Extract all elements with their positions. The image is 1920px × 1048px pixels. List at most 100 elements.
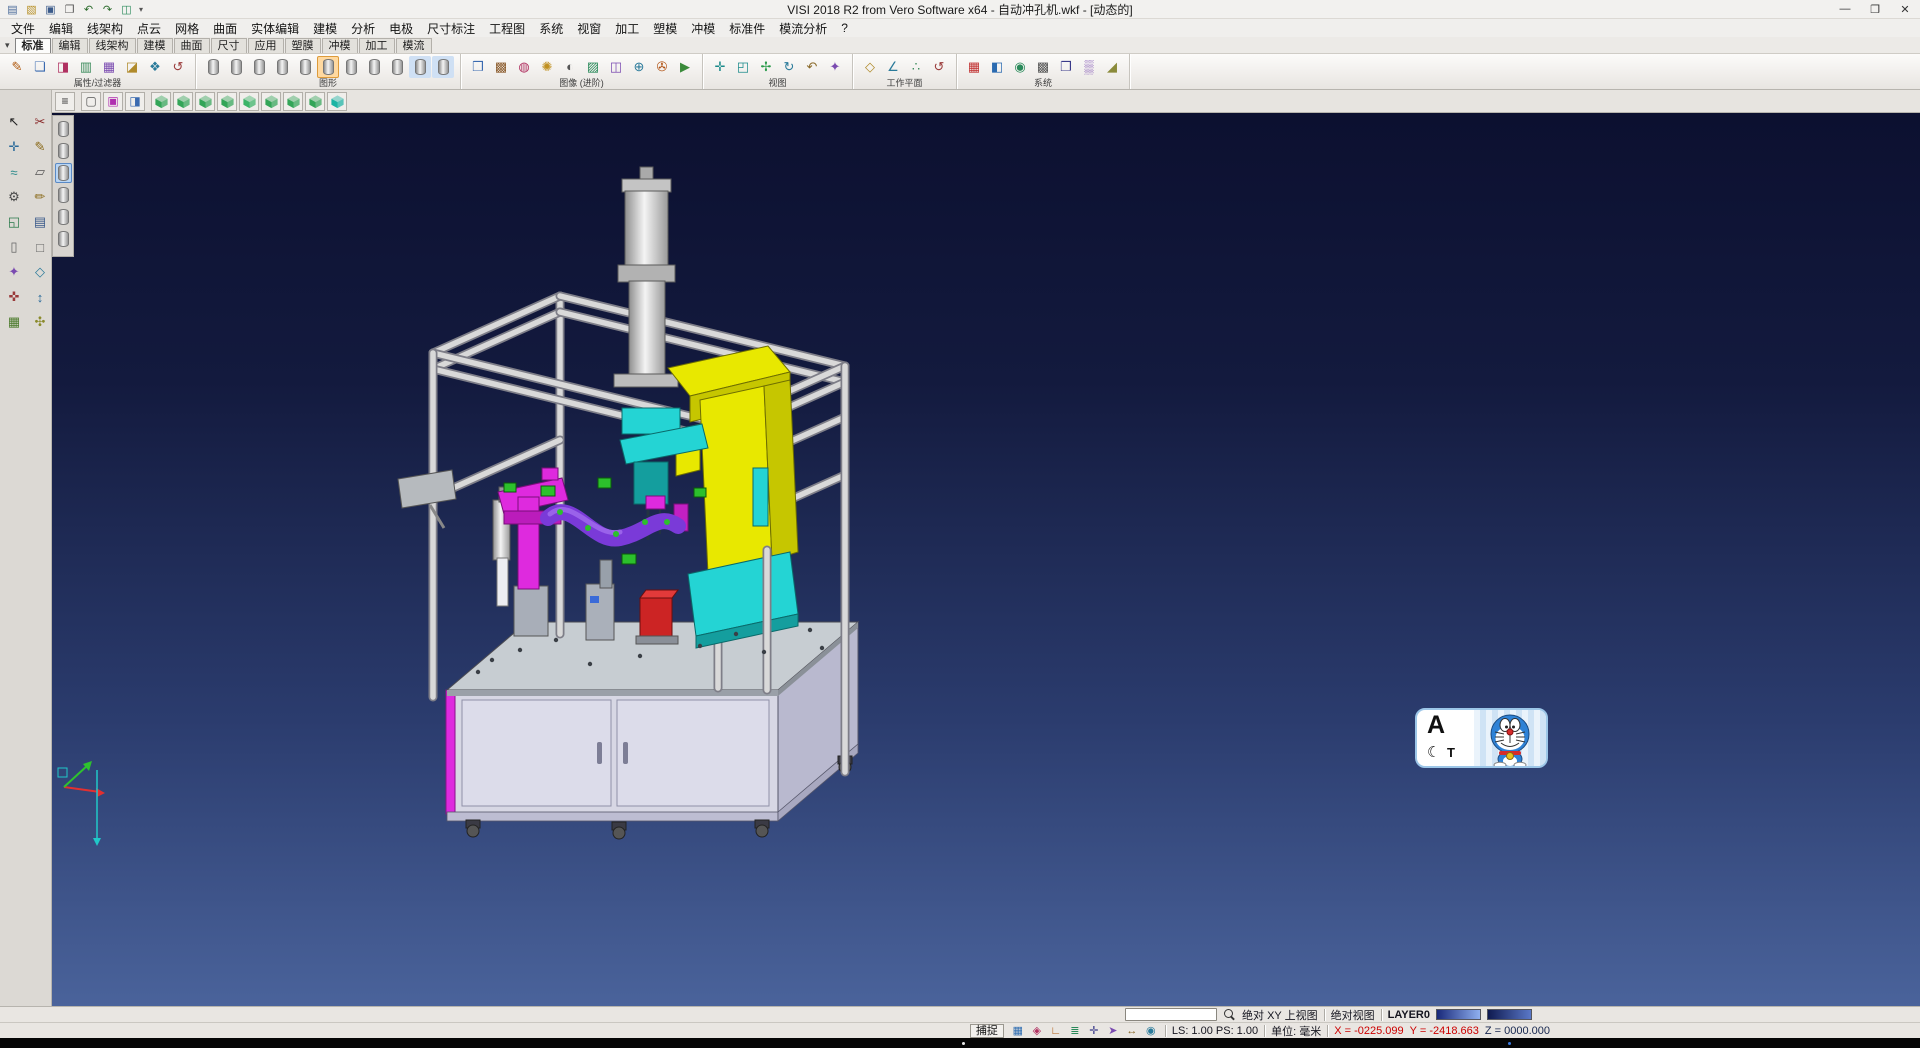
menu-item[interactable]: 视窗 — [570, 20, 608, 37]
view-iso-icon[interactable] — [151, 92, 171, 111]
view-bottom-icon[interactable] — [283, 92, 303, 111]
move-vertical-icon[interactable]: ↕ — [29, 286, 51, 308]
sparkle-icon[interactable]: ✦ — [3, 261, 25, 283]
shade-hidden-icon[interactable] — [55, 185, 72, 205]
workplane-entity-icon[interactable]: ∠ — [882, 56, 904, 78]
menu-item[interactable]: ? — [834, 21, 855, 35]
view-front-icon[interactable] — [195, 92, 215, 111]
wireframe-mode-icon[interactable] — [202, 56, 224, 78]
settings-gear-icon[interactable]: ⚙ — [3, 186, 25, 208]
menu-item[interactable]: 电极 — [382, 20, 420, 37]
tab-application[interactable]: 应用 — [248, 38, 284, 53]
new-document-icon[interactable]: ▤ — [4, 2, 21, 17]
redraw-icon[interactable] — [432, 56, 454, 78]
materials-icon[interactable]: ◍ — [513, 56, 535, 78]
menu-item[interactable]: 建模 — [306, 20, 344, 37]
tab-machining[interactable]: 加工 — [359, 38, 395, 53]
reset-filters-icon[interactable]: ↺ — [167, 56, 189, 78]
render-advanced-icon[interactable]: ❒ — [467, 56, 489, 78]
tab-surface[interactable]: 曲面 — [174, 38, 210, 53]
close-button[interactable]: ✕ — [1890, 0, 1920, 18]
textures-icon[interactable]: ▩ — [490, 56, 512, 78]
menu-item[interactable]: 标准件 — [722, 20, 772, 37]
menu-item[interactable]: 工程图 — [482, 20, 532, 37]
active-layer-label[interactable]: LAYER0 — [1388, 1009, 1430, 1021]
raster-icon[interactable]: ▒ — [1078, 56, 1100, 78]
view-right-icon[interactable] — [261, 92, 281, 111]
wcs-icon[interactable]: ✛ — [1086, 1023, 1102, 1038]
section-toggle-icon[interactable]: ◨ — [125, 92, 145, 111]
dynamic-shade-mode-icon[interactable] — [317, 56, 339, 78]
tab-flow[interactable]: 模流 — [396, 38, 432, 53]
match-properties-icon[interactable]: ❏ — [29, 56, 51, 78]
workplane-reset-icon[interactable]: ↺ — [928, 56, 950, 78]
minimize-button[interactable]: — — [1830, 0, 1860, 18]
pan-view-icon[interactable]: ✢ — [755, 56, 777, 78]
snap-toggle[interactable]: 捕捉 — [970, 1024, 1004, 1038]
layer-color-swatch[interactable] — [1436, 1009, 1481, 1020]
previous-view-icon[interactable]: ↶ — [801, 56, 823, 78]
measure-icon[interactable]: ↔ — [1124, 1023, 1140, 1038]
view-mode-label[interactable]: 绝对视图 — [1331, 1007, 1375, 1023]
save-icon[interactable]: ▣ — [42, 2, 59, 17]
panel-menu-icon[interactable]: ≡ — [55, 92, 75, 111]
star-icon[interactable]: ✣ — [29, 311, 51, 333]
tab-wireframe[interactable]: 线架构 — [89, 38, 136, 53]
menu-item[interactable]: 曲面 — [206, 20, 244, 37]
color-filter-icon[interactable]: ◨ — [52, 56, 74, 78]
viewport-config-icon[interactable]: ▢ — [81, 92, 101, 111]
tab-dimension[interactable]: 尺寸 — [211, 38, 247, 53]
curve-wave-icon[interactable]: ≈ — [3, 161, 25, 183]
search-icon[interactable] — [1223, 1008, 1236, 1021]
lighting-icon[interactable]: ✺ — [536, 56, 558, 78]
ortho-mode-icon[interactable]: ∟ — [1048, 1023, 1064, 1038]
zoom-window-icon[interactable]: ◰ — [732, 56, 754, 78]
tab-die[interactable]: 冲模 — [322, 38, 358, 53]
show-all-icon[interactable] — [386, 56, 408, 78]
windows-taskbar[interactable] — [0, 1038, 1920, 1048]
edit-attributes-icon[interactable]: ✎ — [6, 56, 28, 78]
zoom-target-icon[interactable]: ⊕ — [628, 56, 650, 78]
diamond-icon[interactable]: ◇ — [29, 261, 51, 283]
hidden-line-mode-icon[interactable] — [225, 56, 247, 78]
shade-mixed-icon[interactable] — [55, 163, 72, 183]
sketch-pencil-icon[interactable]: ✎ — [29, 136, 51, 158]
annotate-pen-icon[interactable]: ✏ — [29, 186, 51, 208]
tab-molding[interactable]: 塑膜 — [285, 38, 321, 53]
cross-icon[interactable]: ✜ — [3, 286, 25, 308]
menu-item[interactable]: 分析 — [344, 20, 382, 37]
shading-toggle-icon[interactable]: ▣ — [103, 92, 123, 111]
view-orientation-label[interactable]: 绝对 XY 上视图 — [1242, 1007, 1318, 1023]
environment-icon[interactable]: ▨ — [582, 56, 604, 78]
print-icon[interactable]: ❐ — [61, 2, 78, 17]
session-info-icon[interactable]: ◉ — [1143, 1023, 1159, 1038]
snapshot-icon[interactable]: ✇ — [651, 56, 673, 78]
view-axonometric-icon[interactable] — [305, 92, 325, 111]
clip-section-icon[interactable]: ◫ — [605, 56, 627, 78]
view-top-icon[interactable] — [173, 92, 193, 111]
menu-item[interactable]: 冲模 — [684, 20, 722, 37]
menu-item[interactable]: 模流分析 — [772, 20, 834, 37]
shade-wire-icon[interactable] — [55, 141, 72, 161]
select-arrow-icon[interactable]: ↖ — [3, 111, 25, 133]
menu-item[interactable]: 点云 — [130, 20, 168, 37]
open-file-icon[interactable]: ▧ — [23, 2, 40, 17]
shade-ghost-icon[interactable] — [55, 207, 72, 227]
shaded-mode-icon[interactable] — [248, 56, 270, 78]
workplane-3points-icon[interactable]: ∴ — [905, 56, 927, 78]
shaded-edges-mode-icon[interactable] — [271, 56, 293, 78]
quick-access-caret-icon[interactable]: ▾ — [135, 5, 147, 14]
block-tool-icon[interactable]: □ — [29, 236, 51, 258]
menu-item[interactable]: 系统 — [532, 20, 570, 37]
pen-color-swatch[interactable] — [1487, 1009, 1532, 1020]
solid-box-icon[interactable]: ◱ — [3, 211, 25, 233]
view-back-icon[interactable] — [217, 92, 237, 111]
select-filter-icon[interactable]: ❖ — [144, 56, 166, 78]
redo-icon[interactable]: ↷ — [99, 2, 116, 17]
type-filter-icon[interactable]: ▦ — [98, 56, 120, 78]
perspective-icon[interactable]: ◢ — [1101, 56, 1123, 78]
menu-item[interactable]: 编辑 — [42, 20, 80, 37]
cylinder-tool-icon[interactable]: ▯ — [3, 236, 25, 258]
isolate-elements-icon[interactable] — [363, 56, 385, 78]
blank-toggle-icon[interactable] — [409, 56, 431, 78]
